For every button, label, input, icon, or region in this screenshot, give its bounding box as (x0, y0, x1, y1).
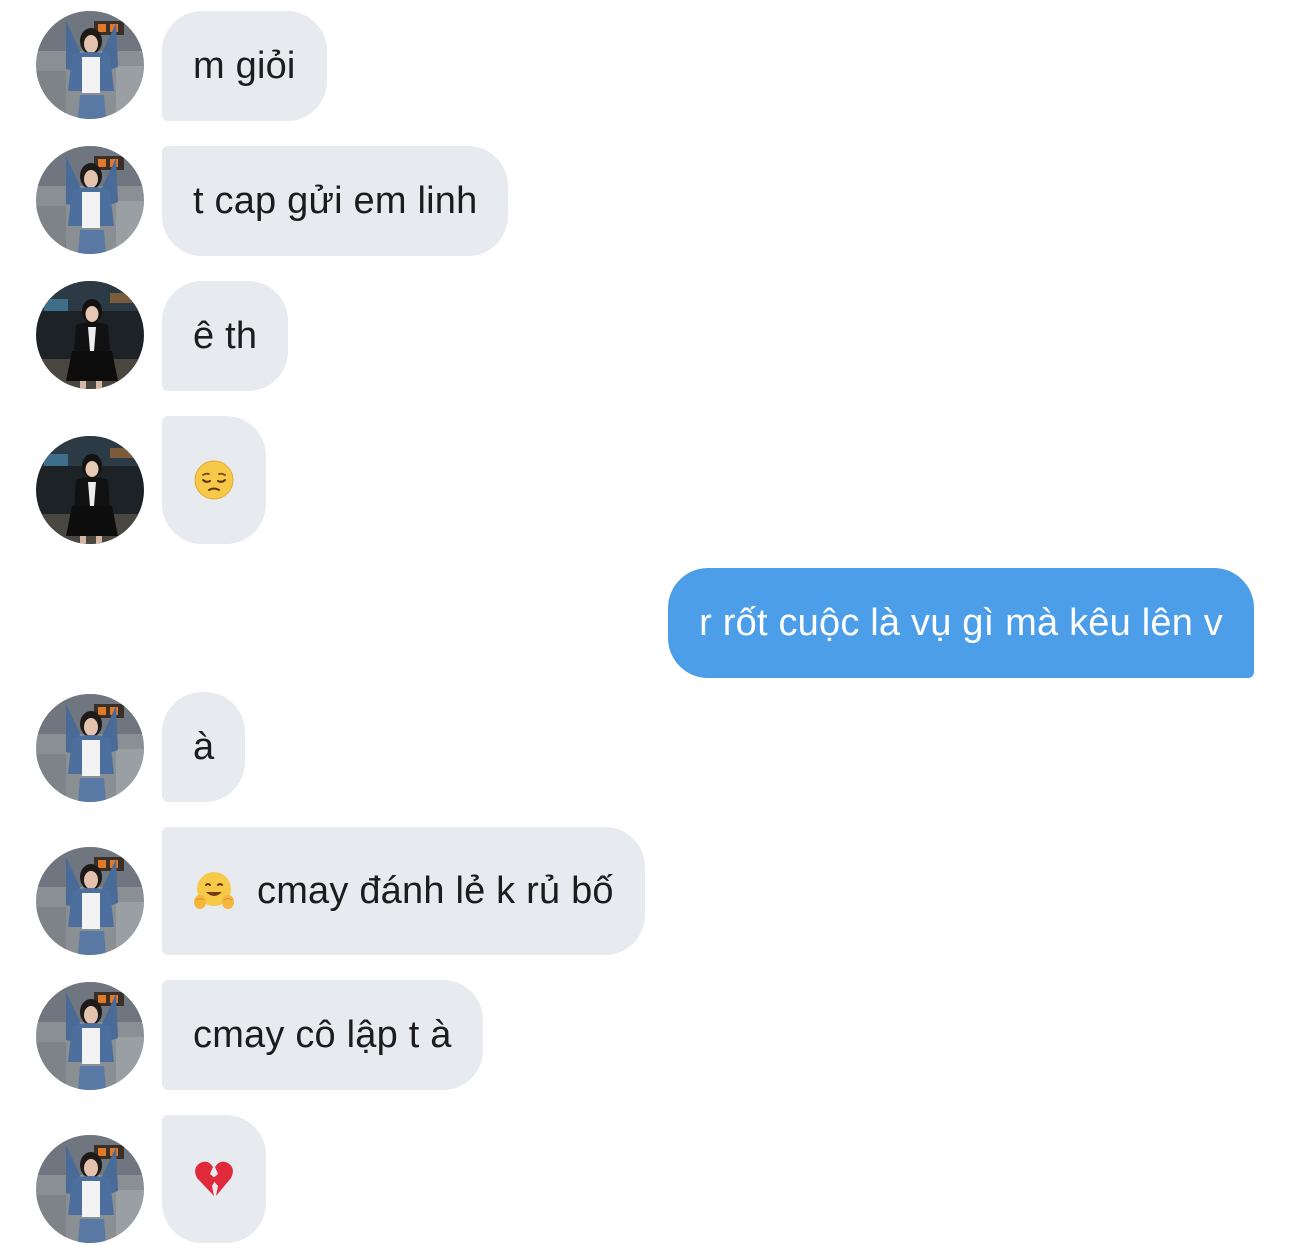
avatar[interactable] (36, 694, 144, 802)
pensive-face-emoji (193, 459, 235, 501)
outgoing-message-bubble[interactable]: r rốt cuộc là vụ gì mà kêu lên v (668, 568, 1254, 678)
message-text: t cap gửi em linh (193, 179, 478, 222)
incoming-message-bubble[interactable]: t cap gửi em linh (162, 146, 509, 256)
message-text: cmay đánh lẻ k rủ bố (257, 869, 614, 912)
message-text: m giỏi (193, 44, 296, 87)
avatar[interactable] (36, 1135, 144, 1243)
incoming-message-bubble[interactable]: cmay cô lập t à (162, 980, 483, 1090)
broken-heart-emoji (193, 1158, 235, 1200)
message-text: ê th (193, 314, 258, 357)
message-text: r rốt cuộc là vụ gì mà kêu lên v (699, 601, 1223, 644)
incoming-message-bubble[interactable]: ê th (162, 281, 289, 391)
incoming-message-bubble[interactable]: m giỏi (162, 11, 327, 121)
avatar[interactable] (36, 982, 144, 1090)
avatar[interactable] (36, 11, 144, 119)
avatar[interactable] (36, 281, 144, 389)
message-text: à (193, 725, 215, 768)
incoming-message-bubble[interactable]: à (162, 692, 246, 802)
avatar[interactable] (36, 146, 144, 254)
message-text: cmay cô lập t à (193, 1013, 452, 1056)
incoming-message-bubble[interactable] (162, 416, 266, 544)
incoming-message-bubble[interactable]: cmay đánh lẻ k rủ bố (162, 827, 645, 955)
avatar[interactable] (36, 847, 144, 955)
avatar[interactable] (36, 436, 144, 544)
hugging-face-emoji (193, 870, 235, 912)
incoming-message-bubble[interactable] (162, 1115, 266, 1243)
